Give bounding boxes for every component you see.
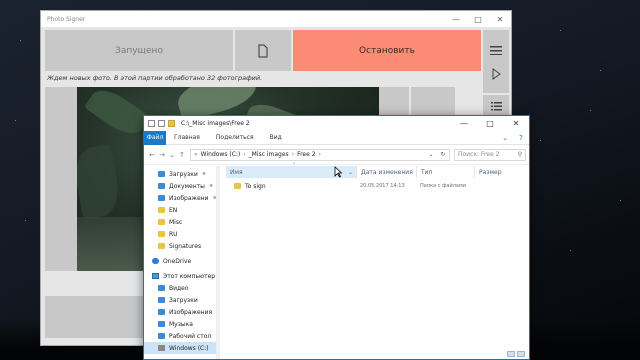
- file-row[interactable]: To sign 20.05.2017 14:13 Папка с файлами: [226, 180, 529, 192]
- list-icon: [490, 101, 502, 110]
- document-icon: [258, 44, 268, 57]
- list-button[interactable]: [483, 95, 509, 117]
- address-dropdown-icon[interactable]: ⌄: [425, 151, 437, 158]
- folder-icon: [158, 243, 165, 249]
- navigation-bar: ← → ⌄ ↑ « Windows (C:) › _Misc images › …: [144, 145, 529, 165]
- details-view-icon[interactable]: [507, 351, 515, 357]
- navigation-scrollbar[interactable]: [216, 166, 220, 359]
- folder-icon: [158, 231, 165, 237]
- onedrive-icon: [152, 258, 159, 264]
- photo-signer-title: Photo Signer: [47, 15, 86, 23]
- tab-share[interactable]: Поделиться: [208, 134, 262, 141]
- downloads-icon: [158, 171, 165, 177]
- nav-item-video[interactable]: Видео: [144, 282, 216, 294]
- file-list: ⌃ Имя ⌄ Дата изменения Тип Размер To sig…: [226, 162, 529, 359]
- folder-icon: [158, 207, 165, 213]
- file-name: To sign: [245, 182, 266, 190]
- nav-item-pictures[interactable]: Изображения: [144, 306, 216, 318]
- help-icon[interactable]: ?: [513, 134, 529, 142]
- documents-icon: [158, 183, 165, 189]
- nav-item-music[interactable]: Музыка: [144, 318, 216, 330]
- nav-item-en[interactable]: EN: [144, 204, 216, 216]
- sort-arrow-icon: ⌃: [292, 162, 297, 168]
- maximize-icon[interactable]: □: [467, 15, 489, 24]
- explorer-titlebar: C:\_Misc images\Free 2 — □ ✕: [144, 116, 529, 131]
- nav-item-onedrive[interactable]: OneDrive: [144, 255, 216, 267]
- quick-access-icon[interactable]: [148, 120, 155, 127]
- downloads-icon: [158, 297, 165, 303]
- folder-icon: [158, 219, 165, 225]
- properties-icon[interactable]: [158, 120, 165, 127]
- tab-home[interactable]: Главная: [166, 134, 208, 141]
- desktop-icon: [158, 333, 165, 339]
- new-folder-icon[interactable]: [168, 120, 175, 127]
- column-size[interactable]: Размер: [474, 166, 514, 178]
- breadcrumb-drive[interactable]: Windows (C:): [201, 151, 241, 158]
- status-button[interactable]: Запущено: [45, 30, 233, 71]
- nav-item-drive-c[interactable]: Windows (C:): [144, 342, 216, 354]
- column-date[interactable]: Дата изменения: [356, 166, 416, 178]
- forward-icon[interactable]: →: [157, 151, 167, 159]
- tab-file[interactable]: Файл: [144, 130, 166, 145]
- column-type[interactable]: Тип: [416, 166, 474, 178]
- view-toggle: [507, 351, 525, 357]
- ribbon-tabs: Файл Главная Поделиться Вид ⌄ ?: [144, 130, 529, 145]
- pin-icon: ★: [201, 171, 207, 177]
- up-icon[interactable]: ↑: [177, 151, 187, 159]
- thumbnail-slot: [411, 87, 455, 117]
- column-dropdown-icon[interactable]: ⌄: [348, 169, 353, 176]
- nav-item-downloads[interactable]: Загрузки: [144, 294, 216, 306]
- nav-item-downloads-quick[interactable]: Загрузки ★: [144, 168, 216, 180]
- explorer-maximize-icon[interactable]: □: [477, 119, 503, 128]
- file-date: 20.05.2017 14:13: [360, 183, 405, 189]
- nav-item-signatures[interactable]: Signatures: [144, 240, 216, 252]
- search-box[interactable]: Поиск: Free 2 ⚲: [454, 148, 526, 161]
- menu-icon: [490, 45, 502, 55]
- photo-signer-titlebar: Photo Signer — □ ✕: [41, 11, 511, 27]
- breadcrumb-free2[interactable]: Free 2: [297, 151, 315, 158]
- mouse-cursor-icon: [334, 166, 342, 178]
- document-button[interactable]: [235, 30, 291, 71]
- pin-icon: ★: [208, 183, 214, 189]
- recent-dropdown-icon[interactable]: ⌄: [167, 151, 177, 159]
- status-label: Запущено: [115, 45, 163, 56]
- breadcrumb-misc-images[interactable]: _Misc images: [249, 151, 289, 158]
- play-button[interactable]: [483, 55, 509, 93]
- navigation-pane: Загрузки ★ Документы ★ Изображени ★ EN M…: [144, 166, 217, 359]
- status-message: Ждем новых фото. В этой партии обработан…: [47, 74, 263, 82]
- tab-view[interactable]: Вид: [262, 134, 290, 141]
- nav-item-pictures-quick[interactable]: Изображени ★: [144, 192, 217, 204]
- nav-item-this-pc[interactable]: Этот компьютер: [144, 270, 216, 282]
- refresh-icon[interactable]: ↻: [437, 151, 449, 158]
- search-icon: ⚲: [517, 151, 523, 158]
- address-bar[interactable]: « Windows (C:) › _Misc images › Free 2 ›…: [190, 148, 450, 161]
- explorer-title: C:\_Misc images\Free 2: [181, 120, 250, 127]
- music-icon: [158, 321, 165, 327]
- explorer-close-icon[interactable]: ✕: [503, 119, 529, 128]
- nav-item-documents-quick[interactable]: Документы ★: [144, 180, 216, 192]
- pictures-icon: [158, 309, 165, 315]
- nav-item-misc[interactable]: Misc: [144, 216, 216, 228]
- nav-item-desktop[interactable]: Рабочий стол: [144, 330, 216, 342]
- folder-icon: [234, 183, 241, 189]
- stop-label: Остановить: [359, 45, 415, 56]
- expand-ribbon-icon[interactable]: ⌄: [497, 134, 513, 142]
- file-type: Папка с файлами: [420, 183, 466, 189]
- pictures-icon: [158, 195, 165, 201]
- column-headers: ⌃ Имя ⌄ Дата изменения Тип Размер: [226, 162, 529, 178]
- large-icons-view-icon[interactable]: [517, 351, 525, 357]
- close-icon[interactable]: ✕: [489, 15, 511, 24]
- play-icon: [492, 68, 501, 80]
- stop-button[interactable]: Остановить: [293, 30, 481, 71]
- back-icon[interactable]: ←: [147, 151, 157, 159]
- video-icon: [158, 285, 165, 291]
- computer-icon: [152, 273, 159, 279]
- minimize-icon[interactable]: —: [445, 15, 467, 24]
- search-placeholder: Поиск: Free 2: [458, 151, 500, 158]
- drive-icon: [158, 345, 165, 351]
- explorer-minimize-icon[interactable]: —: [451, 119, 477, 128]
- bottom-panel: [45, 296, 145, 338]
- nav-item-ru[interactable]: RU: [144, 228, 216, 240]
- file-explorer-window: C:\_Misc images\Free 2 — □ ✕ Файл Главна…: [143, 115, 530, 360]
